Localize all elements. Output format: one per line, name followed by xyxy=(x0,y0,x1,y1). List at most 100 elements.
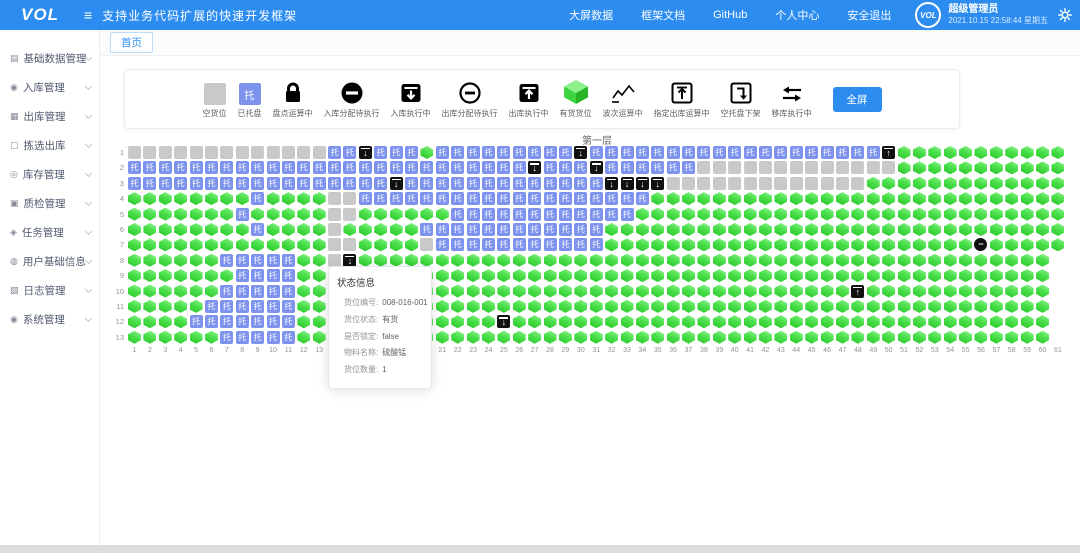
slot-pallet[interactable]: 托 xyxy=(544,177,557,190)
slot-goods[interactable] xyxy=(1005,269,1018,282)
slot-goods[interactable] xyxy=(128,315,141,328)
slot-goods[interactable] xyxy=(697,223,710,236)
slot-goods[interactable] xyxy=(205,269,218,282)
slot-goods[interactable] xyxy=(451,269,464,282)
fullscreen-button[interactable]: 全屏 xyxy=(833,87,882,112)
slot-pallet[interactable]: 托 xyxy=(328,177,341,190)
slot-pallet[interactable]: 托 xyxy=(267,254,280,267)
slot-goods[interactable] xyxy=(851,254,864,267)
slot-goods[interactable] xyxy=(821,300,834,313)
slot-empty[interactable] xyxy=(667,177,680,190)
slot-goods[interactable] xyxy=(528,331,541,344)
slot-goods[interactable] xyxy=(974,177,987,190)
slot-goods[interactable] xyxy=(159,331,172,344)
avatar[interactable]: VOL xyxy=(915,2,941,28)
slot-goods[interactable] xyxy=(959,331,972,344)
slot-goods[interactable] xyxy=(697,238,710,251)
slot-goods[interactable] xyxy=(359,223,372,236)
slot-goods[interactable] xyxy=(1036,331,1049,344)
slot-pallet[interactable]: 托 xyxy=(574,177,587,190)
slot-goods[interactable] xyxy=(143,208,156,221)
slot-empty[interactable] xyxy=(759,177,772,190)
slot-pallet[interactable]: 托 xyxy=(451,208,464,221)
slot-goods[interactable] xyxy=(313,254,326,267)
slot-goods[interactable] xyxy=(190,254,203,267)
slot-pallet[interactable]: 托 xyxy=(236,331,249,344)
slot-goods[interactable] xyxy=(544,331,557,344)
slot-goods[interactable] xyxy=(220,238,233,251)
slot-empty[interactable] xyxy=(805,161,818,174)
slot-pallet[interactable]: 托 xyxy=(313,177,326,190)
slot-goods[interactable] xyxy=(682,238,695,251)
slot-goods[interactable] xyxy=(159,300,172,313)
slot-goods[interactable] xyxy=(867,331,880,344)
slot-pallet[interactable]: 托 xyxy=(420,177,433,190)
slot-goods[interactable] xyxy=(774,285,787,298)
slot-pallet[interactable]: 托 xyxy=(251,269,264,282)
sidebar-item-0[interactable]: ▤ 基础数据管理 xyxy=(0,44,99,73)
slot-goods[interactable] xyxy=(713,208,726,221)
slot-goods[interactable] xyxy=(928,238,941,251)
slot-pallet[interactable]: 托 xyxy=(251,223,264,236)
slot-goods[interactable] xyxy=(913,331,926,344)
slot-goods[interactable] xyxy=(1036,238,1049,251)
slot-goods[interactable] xyxy=(851,269,864,282)
slot-inbound-executing[interactable]: ↓ xyxy=(343,254,356,267)
slot-goods[interactable] xyxy=(605,300,618,313)
slot-goods[interactable] xyxy=(774,223,787,236)
slot-goods[interactable] xyxy=(544,254,557,267)
slot-empty[interactable] xyxy=(220,146,233,159)
slot-goods[interactable] xyxy=(143,315,156,328)
slot-pallet[interactable]: 托 xyxy=(205,300,218,313)
slot-goods[interactable] xyxy=(1051,161,1064,174)
slot-pallet[interactable]: 托 xyxy=(559,223,572,236)
slot-goods[interactable] xyxy=(128,254,141,267)
slot-pallet[interactable]: 托 xyxy=(251,192,264,205)
slot-pallet[interactable]: 托 xyxy=(528,177,541,190)
slot-empty[interactable] xyxy=(328,192,341,205)
slot-goods[interactable] xyxy=(867,315,880,328)
slot-goods[interactable] xyxy=(451,285,464,298)
slot-goods[interactable] xyxy=(821,192,834,205)
slot-goods[interactable] xyxy=(790,269,803,282)
slot-goods[interactable] xyxy=(697,331,710,344)
slot-goods[interactable] xyxy=(990,177,1003,190)
slot-goods[interactable] xyxy=(913,192,926,205)
slot-pallet[interactable]: 托 xyxy=(497,223,510,236)
slot-goods[interactable] xyxy=(774,208,787,221)
slot-goods[interactable] xyxy=(1005,285,1018,298)
slot-pallet[interactable]: 托 xyxy=(405,146,418,159)
slot-goods[interactable] xyxy=(990,331,1003,344)
slot-goods[interactable] xyxy=(528,315,541,328)
slot-goods[interactable] xyxy=(636,315,649,328)
slot-pallet[interactable]: 托 xyxy=(174,177,187,190)
slot-goods[interactable] xyxy=(528,300,541,313)
slot-goods[interactable] xyxy=(497,269,510,282)
slot-pallet[interactable]: 托 xyxy=(328,161,341,174)
slot-pallet[interactable]: 托 xyxy=(682,146,695,159)
slot-inbound-executing[interactable]: ↓ xyxy=(359,146,372,159)
slot-pallet[interactable]: 托 xyxy=(497,177,510,190)
slot-pallet[interactable]: 托 xyxy=(482,208,495,221)
slot-pallet[interactable]: 托 xyxy=(544,223,557,236)
slot-goods[interactable] xyxy=(205,208,218,221)
slot-goods[interactable] xyxy=(867,285,880,298)
slot-pallet[interactable]: 托 xyxy=(251,315,264,328)
slot-empty[interactable] xyxy=(128,146,141,159)
slot-goods[interactable] xyxy=(528,285,541,298)
slot-pallet[interactable]: 托 xyxy=(220,331,233,344)
slot-goods[interactable] xyxy=(959,192,972,205)
slot-pallet[interactable]: 托 xyxy=(405,177,418,190)
slot-goods[interactable] xyxy=(805,254,818,267)
slot-empty[interactable] xyxy=(343,192,356,205)
slot-goods[interactable] xyxy=(436,331,449,344)
slot-goods[interactable] xyxy=(728,269,741,282)
slot-goods[interactable] xyxy=(636,223,649,236)
slot-pallet[interactable]: 托 xyxy=(590,208,603,221)
slot-pallet[interactable]: 托 xyxy=(420,192,433,205)
slot-goods[interactable] xyxy=(405,208,418,221)
slot-goods[interactable] xyxy=(313,223,326,236)
slot-goods[interactable] xyxy=(159,269,172,282)
slot-goods[interactable] xyxy=(1021,146,1034,159)
slot-empty[interactable] xyxy=(774,161,787,174)
